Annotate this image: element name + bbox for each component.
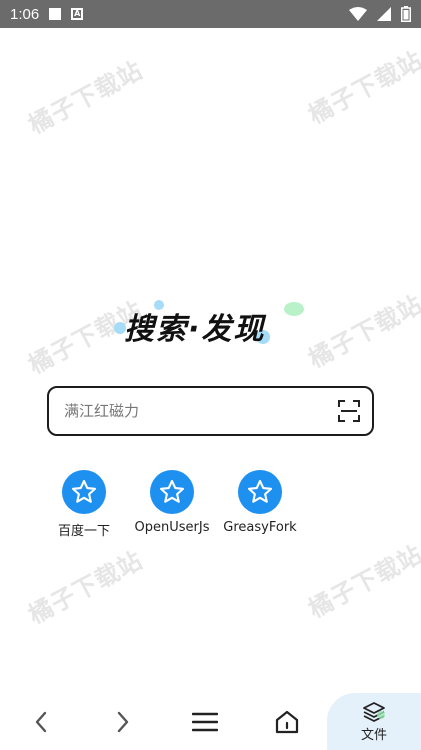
signal-icon <box>377 7 391 21</box>
watermark: 橘子下载站 <box>303 540 421 624</box>
home-icon <box>275 710 299 733</box>
menu-button[interactable] <box>164 693 246 750</box>
back-icon <box>35 711 47 732</box>
wifi-icon <box>349 7 367 21</box>
layers-icon <box>363 701 385 722</box>
shortcut-label: 百度一下 <box>57 524 110 539</box>
menu-icon <box>192 712 218 731</box>
logo-text: 搜索·发现 <box>124 312 266 347</box>
shortcut-greasyfork[interactable]: GreasyFork <box>216 470 304 539</box>
shortcut-label: GreasyFork <box>223 520 297 535</box>
logo-bubble <box>284 302 304 316</box>
files-tab[interactable]: 文件 <box>327 693 421 750</box>
star-icon <box>238 470 282 514</box>
back-button[interactable] <box>0 693 82 750</box>
watermark: 橘子下载站 <box>23 546 148 630</box>
scan-icon[interactable] <box>338 400 360 422</box>
search-bar[interactable] <box>47 386 374 436</box>
files-label: 文件 <box>360 727 387 743</box>
notification-square-icon <box>49 8 62 20</box>
status-right-icons <box>349 6 411 22</box>
watermark: 橘子下载站 <box>23 56 148 140</box>
watermark: 橘子下载站 <box>303 290 421 374</box>
home-button[interactable] <box>246 693 328 750</box>
star-icon <box>150 470 194 514</box>
status-bar: 1:06 A <box>0 0 421 28</box>
shortcut-label: OpenUserJs <box>134 520 210 535</box>
bottom-nav: 文件 <box>0 693 421 750</box>
watermark: 橘子下载站 <box>303 46 421 130</box>
forward-button[interactable] <box>82 693 164 750</box>
star-icon <box>62 470 106 514</box>
battery-icon <box>401 6 411 22</box>
status-time: 1:06 <box>10 5 40 23</box>
search-input[interactable] <box>62 401 338 421</box>
shortcut-baidu[interactable]: 百度一下 <box>40 470 128 539</box>
app-logo: 搜索·发现 <box>110 300 310 348</box>
shortcut-grid: 百度一下 OpenUserJs GreasyFork <box>40 470 304 539</box>
forward-icon <box>117 711 129 732</box>
shortcut-openuserjs[interactable]: OpenUserJs <box>128 470 216 539</box>
a-box-icon: A <box>71 8 84 20</box>
